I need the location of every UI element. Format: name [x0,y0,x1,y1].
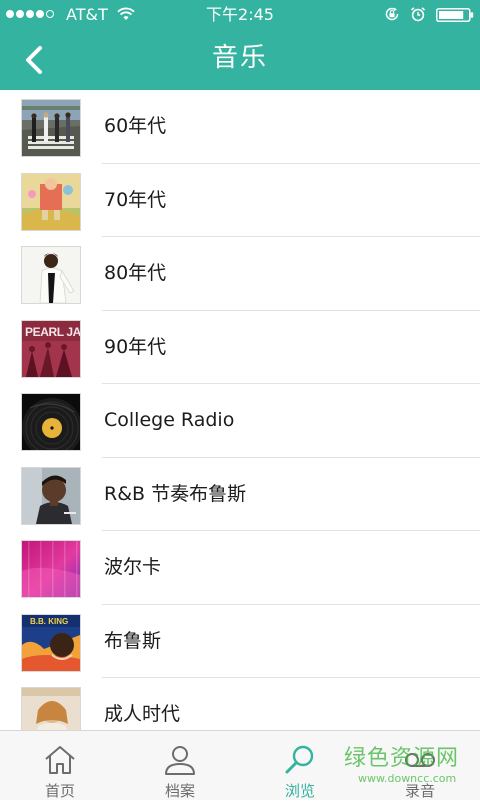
alarm-icon [410,7,426,22]
search-icon [285,745,314,774]
profile-icon [165,746,195,775]
status-time: 下午2:45 [206,5,274,24]
svg-text:B.B. KING: B.B. KING [30,617,68,626]
rotation-lock-icon [385,7,399,21]
list-item-label: 90年代 [104,335,167,358]
tab-label: 浏览 [284,782,315,800]
list-item-label: 波尔卡 [104,556,162,578]
voicemail-icon [405,753,435,767]
status-bar: AT&T 下午2:45 [0,0,480,30]
list-item[interactable]: 波尔卡 [0,531,480,605]
back-button[interactable] [12,38,56,82]
page-title: 音乐 [211,43,268,73]
tab-profile[interactable]: 档案 [120,731,240,800]
list-item-label: 60年代 [104,115,167,137]
album-art-thumbnail [21,687,81,730]
album-art-thumbnail [21,393,81,451]
list-item[interactable]: 成人时代 [0,678,480,730]
tab-recordings[interactable]: 录音 [360,731,480,800]
tab-home[interactable]: 首页 [0,731,120,800]
list-item[interactable]: R&B 节奏布鲁斯 [0,458,480,532]
list-item-label: 布鲁斯 [104,629,162,652]
navigation-bar: 音乐 [0,30,480,90]
album-art-thumbnail [21,246,81,304]
list-item[interactable]: College Radio [0,384,480,458]
genre-list: 60年代 70年代 80年代 PEARL J 90年代 College Radi… [0,90,480,730]
tab-label: 首页 [44,782,75,800]
album-art-thumbnail: PEARL JAM [21,319,81,378]
album-art-thumbnail: B.B. KING [21,613,81,672]
list-item[interactable]: 70年代 [0,164,480,238]
album-art-thumbnail [21,466,81,525]
list-item[interactable]: PEARL JAM 90年代 [0,311,480,385]
home-icon [45,746,75,774]
album-art-thumbnail [21,540,81,598]
battery-icon [436,8,474,22]
list-item-label: 成人时代 [104,703,181,725]
list-item-label: 80年代 [104,262,167,284]
tab-bar: 首页 档案 浏览 录音 [0,730,480,800]
tab-browse[interactable]: 浏览 [240,731,360,800]
album-art-thumbnail [21,99,81,157]
list-item-label: R&B 节奏布鲁斯 [104,482,247,505]
list-item[interactable]: 80年代 [0,237,480,311]
list-item-label: College Radio [104,409,235,431]
top-bar: AT&T 下午2:45 音乐 [0,0,480,90]
svg-text:PEARL JAM: PEARL JAM [25,325,80,339]
list-item[interactable]: B.B. KING 布鲁斯 [0,605,480,679]
tab-label: 档案 [164,782,195,800]
tab-label: 录音 [404,782,435,800]
list-item[interactable]: 60年代 [0,90,480,164]
list-item-label: 70年代 [104,188,167,211]
chevron-left-icon [26,46,42,74]
album-art-thumbnail [21,172,81,231]
